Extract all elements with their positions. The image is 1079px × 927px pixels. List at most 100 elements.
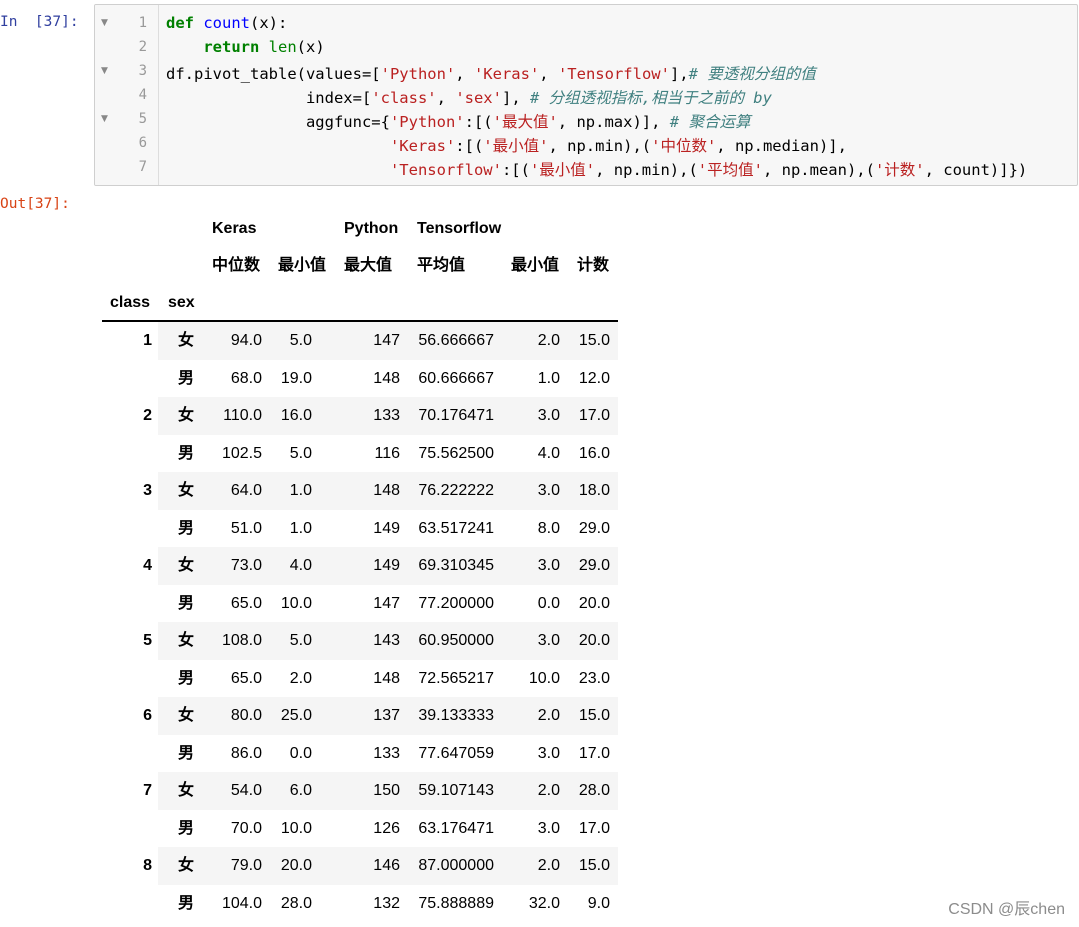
table-cell: 148 bbox=[373, 369, 400, 387]
code-editor[interactable]: ▼ 1 def count(x): 2 return len(x) ▼ 3 df… bbox=[94, 4, 1078, 186]
row-index-sex: 男 bbox=[178, 594, 195, 612]
table-cell: 79.0 bbox=[230, 857, 262, 874]
table-cell: 147 bbox=[373, 594, 400, 612]
table-row: 女 64.0 1.0 148 76.222222 3.0 18.0 bbox=[158, 472, 618, 510]
code-text: aggfunc={'Python':[('最大值', np.max)], # 聚… bbox=[166, 113, 751, 131]
table-cell: 5.0 bbox=[289, 444, 312, 462]
watermark: CSDN @辰chen bbox=[948, 901, 1065, 918]
table-cell: 28.0 bbox=[578, 782, 610, 799]
table-cell: 65.0 bbox=[230, 669, 262, 687]
fold-arrow-icon[interactable]: ▼ bbox=[101, 18, 108, 28]
row-index-class: 3 bbox=[143, 482, 152, 499]
table-cell: 12.0 bbox=[578, 369, 610, 387]
code-line: ▼ 1 def count(x): bbox=[95, 13, 1077, 37]
table-cell: 25.0 bbox=[280, 707, 312, 724]
column-subheader: 中位数 bbox=[212, 257, 261, 274]
table-cell: 80.0 bbox=[230, 707, 262, 724]
table-cell: 77.200000 bbox=[418, 594, 494, 612]
table-cell: 149 bbox=[373, 519, 400, 537]
table-cell: 63.517241 bbox=[418, 519, 494, 537]
table-cell: 70.0 bbox=[230, 819, 262, 837]
table-cell: 133 bbox=[373, 407, 400, 424]
row-index-class: 6 bbox=[143, 707, 152, 724]
code-line: 2 return len(x) bbox=[95, 37, 1077, 61]
table-cell: 148 bbox=[373, 482, 400, 499]
row-index-sex: 男 bbox=[178, 519, 195, 537]
table-cell: 29.0 bbox=[578, 519, 610, 537]
table-cell: 70.176471 bbox=[418, 407, 494, 424]
column-subheader: 最小值 bbox=[511, 257, 560, 274]
table-cell: 0.0 bbox=[537, 594, 560, 612]
line-number: 6 bbox=[138, 135, 147, 151]
column-subheader: 计数 bbox=[577, 257, 610, 274]
table-cell: 4.0 bbox=[289, 557, 312, 574]
table-cell: 19.0 bbox=[280, 369, 312, 387]
table-cell: 20.0 bbox=[280, 857, 312, 874]
table-cell: 3.0 bbox=[537, 557, 560, 574]
table-cell: 56.666667 bbox=[418, 332, 494, 349]
fold-arrow-icon[interactable]: ▼ bbox=[101, 66, 108, 76]
code-line: 4 index=['class', 'sex'], # 分组透视指标,相当于之前… bbox=[95, 85, 1077, 109]
row-index-sex: 女 bbox=[178, 482, 195, 499]
table-cell: 59.107143 bbox=[418, 782, 494, 799]
table-cell: 2.0 bbox=[289, 669, 312, 687]
row-index-sex: 女 bbox=[178, 782, 195, 799]
table-cell: 5.0 bbox=[289, 332, 312, 349]
output-prompt: Out[37]: bbox=[0, 196, 70, 212]
row-index-sex: 男 bbox=[178, 894, 195, 912]
line-number: 2 bbox=[138, 39, 147, 55]
code-text: index=['class', 'sex'], # 分组透视指标,相当于之前的 … bbox=[166, 89, 772, 107]
table-cell: 10.0 bbox=[280, 594, 312, 612]
table-cell: 0.0 bbox=[289, 744, 312, 762]
table-cell: 60.666667 bbox=[418, 369, 494, 387]
table-cell: 132 bbox=[373, 894, 400, 912]
table-cell: 3.0 bbox=[537, 632, 560, 649]
table-cell: 77.647059 bbox=[418, 744, 494, 762]
table-cell: 15.0 bbox=[578, 707, 610, 724]
table-cell: 87.000000 bbox=[418, 857, 494, 874]
table-cell: 148 bbox=[373, 669, 400, 687]
table-cell: 2.0 bbox=[537, 782, 560, 799]
table-cell: 23.0 bbox=[578, 669, 610, 687]
table-cell: 108.0 bbox=[221, 632, 262, 649]
row-index-sex: 男 bbox=[178, 444, 195, 462]
table-cell: 15.0 bbox=[578, 332, 610, 349]
code-text: 'Keras':[('最小值', np.min),('中位数', np.medi… bbox=[389, 137, 847, 155]
table-row: 女 73.0 4.0 149 69.310345 3.0 29.0 bbox=[158, 547, 618, 585]
table-cell: 65.0 bbox=[230, 594, 262, 612]
row-index-class: 2 bbox=[143, 407, 152, 424]
table-cell: 10.0 bbox=[528, 669, 560, 687]
row-index-sex: 女 bbox=[178, 857, 195, 874]
line-number: 4 bbox=[138, 87, 147, 103]
row-index-class: 8 bbox=[143, 857, 152, 874]
table-cell: 149 bbox=[373, 557, 400, 574]
table-cell: 39.133333 bbox=[418, 707, 494, 724]
row-index-sex: 女 bbox=[178, 407, 195, 424]
table-cell: 3.0 bbox=[537, 819, 560, 837]
row-index-sex: 男 bbox=[178, 819, 195, 837]
table-cell: 17.0 bbox=[578, 744, 610, 762]
table-cell: 133 bbox=[373, 744, 400, 762]
table-cell: 10.0 bbox=[280, 819, 312, 837]
table-cell: 16.0 bbox=[578, 444, 610, 462]
table-cell: 2.0 bbox=[537, 332, 560, 349]
row-index-sex: 女 bbox=[178, 632, 195, 649]
column-header-tensorflow: Tensorflow bbox=[417, 220, 502, 237]
table-cell: 5.0 bbox=[289, 632, 312, 649]
table-row: 男 65.0 2.0 148 72.565217 10.0 23.0 bbox=[158, 660, 618, 698]
column-subheader: 最小值 bbox=[278, 257, 327, 274]
table-cell: 17.0 bbox=[578, 407, 610, 424]
code-line: ▼ 3 df.pivot_table(values=['Python', 'Ke… bbox=[95, 61, 1077, 85]
fold-arrow-icon[interactable]: ▼ bbox=[101, 114, 108, 124]
table-cell: 63.176471 bbox=[418, 819, 494, 837]
column-header-keras: Keras bbox=[212, 220, 257, 237]
table-cell: 29.0 bbox=[578, 557, 610, 574]
table-cell: 60.950000 bbox=[418, 632, 494, 649]
table-cell: 15.0 bbox=[578, 857, 610, 874]
table-cell: 146 bbox=[373, 857, 400, 874]
table-cell: 20.0 bbox=[578, 594, 610, 612]
table-cell: 3.0 bbox=[537, 482, 560, 499]
row-index-sex: 女 bbox=[178, 332, 195, 349]
table-cell: 3.0 bbox=[537, 744, 560, 762]
table-cell: 104.0 bbox=[221, 894, 262, 912]
